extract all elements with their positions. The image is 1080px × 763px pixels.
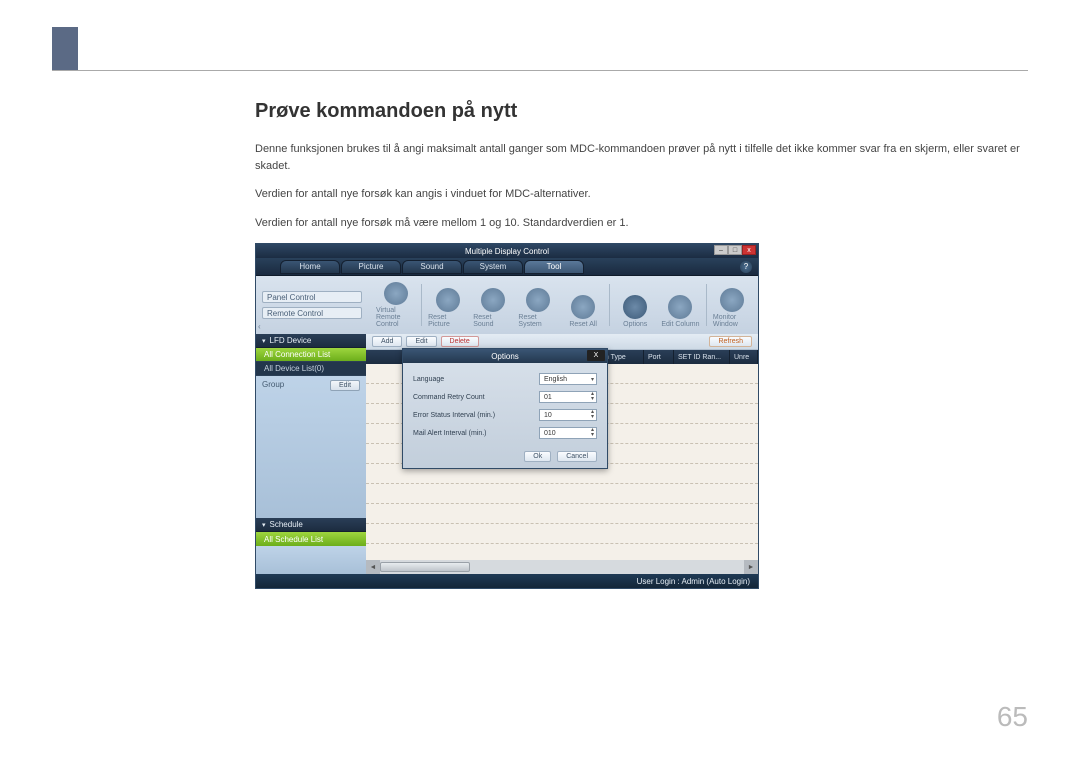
close-button[interactable]: x	[742, 245, 756, 255]
edit-column-icon[interactable]: Edit Column	[661, 282, 700, 328]
stepper-icon: ▴▾	[591, 392, 594, 402]
stepper-icon: ▴▾	[591, 428, 594, 438]
paragraph-2: Verdien for antall nye forsøk kan angis …	[255, 186, 1028, 203]
scroll-thumb[interactable]	[380, 562, 470, 572]
stepper-icon: ▴▾	[591, 410, 594, 420]
row-language: Language English ▾	[413, 373, 597, 385]
status-login-text: User Login : Admin (Auto Login)	[637, 577, 750, 586]
remote-control-pill[interactable]: Remote Control	[262, 307, 362, 319]
ribbon: Panel Control Remote Control ‹ Virtual R…	[256, 276, 758, 334]
language-select[interactable]: English ▾	[539, 373, 597, 385]
col-header-setid[interactable]: SET ID Ran...	[674, 350, 730, 364]
reset-sound-icon[interactable]: Reset Sound	[473, 282, 512, 328]
tab-picture[interactable]: Picture	[341, 260, 401, 274]
monitor-window-icon[interactable]: Monitor Window	[713, 282, 752, 328]
minimize-button[interactable]: –	[714, 245, 728, 255]
row-error-interval: Error Status Interval (min.) 10 ▴▾	[413, 409, 597, 421]
error-interval-label: Error Status Interval (min.)	[413, 412, 539, 419]
scroll-right-arrow-icon[interactable]: ►	[744, 560, 758, 574]
sidebar-all-device[interactable]: All Device List(0)	[256, 362, 366, 376]
add-button[interactable]: Add	[372, 336, 402, 347]
window-titlebar: Multiple Display Control – □ x	[256, 244, 758, 258]
chevron-down-icon: ▾	[591, 376, 594, 383]
retry-spinner[interactable]: 01 ▴▾	[539, 391, 597, 403]
edit-button[interactable]: Edit	[406, 336, 436, 347]
options-icon[interactable]: Options	[616, 282, 655, 328]
mail-interval-spinner[interactable]: 010 ▴▾	[539, 427, 597, 439]
page-number: 65	[997, 701, 1028, 733]
ribbon-collapse-icon[interactable]: ‹	[258, 322, 268, 332]
sidebar-group-label: Group	[262, 380, 284, 389]
tab-home[interactable]: Home	[280, 260, 340, 274]
horizontal-scrollbar[interactable]: ◄ ►	[366, 560, 758, 574]
page-top-rule	[52, 70, 1028, 71]
paragraph-1: Denne funksjonen brukes til å angi maksi…	[255, 141, 1028, 174]
ribbon-divider	[706, 284, 707, 326]
window-controls: – □ x	[714, 245, 756, 255]
tab-system[interactable]: System	[463, 260, 523, 274]
window-title: Multiple Display Control	[465, 247, 549, 256]
help-icon[interactable]: ?	[740, 261, 752, 273]
sidebar-edit-button[interactable]: Edit	[330, 380, 360, 391]
mail-interval-label: Mail Alert Interval (min.)	[413, 430, 539, 437]
cancel-button[interactable]: Cancel	[557, 451, 597, 462]
virtual-remote-icon[interactable]: Virtual Remote Control	[376, 282, 415, 328]
sidebar-group-area: Group Edit	[256, 376, 366, 518]
status-bar: User Login : Admin (Auto Login)	[256, 574, 758, 588]
dialog-title-text: Options	[491, 352, 519, 361]
sidebar-all-schedule[interactable]: All Schedule List	[256, 532, 366, 546]
language-label: Language	[413, 376, 539, 383]
dialog-close-button[interactable]: X	[587, 350, 605, 361]
main-tabbar: Home Picture Sound System Tool ?	[256, 258, 758, 276]
document-content: Prøve kommandoen på nytt Denne funksjone…	[255, 100, 1028, 589]
dialog-titlebar: Options X	[403, 349, 607, 363]
col-header-port[interactable]: Port	[644, 350, 674, 364]
ribbon-divider	[421, 284, 422, 326]
sidebar: LFD Device All Connection List All Devic…	[256, 334, 366, 574]
paragraph-3: Verdien for antall nye forsøk må være me…	[255, 215, 1028, 232]
delete-button[interactable]: Delete	[441, 336, 479, 347]
error-interval-spinner[interactable]: 10 ▴▾	[539, 409, 597, 421]
panel-control-pill[interactable]: Panel Control	[262, 291, 362, 303]
tab-sound[interactable]: Sound	[402, 260, 462, 274]
section-heading: Prøve kommandoen på nytt	[255, 100, 1028, 123]
options-dialog: Options X Language English ▾ Command Ret…	[402, 348, 608, 469]
tab-tool[interactable]: Tool	[524, 260, 584, 274]
sidebar-lfd-header[interactable]: LFD Device	[256, 334, 366, 348]
sidebar-all-connection[interactable]: All Connection List	[256, 348, 366, 362]
refresh-button[interactable]: Refresh	[709, 336, 752, 347]
scroll-left-arrow-icon[interactable]: ◄	[366, 560, 380, 574]
retry-label: Command Retry Count	[413, 394, 539, 401]
maximize-button[interactable]: □	[728, 245, 742, 255]
page-accent-block	[52, 27, 78, 71]
sidebar-schedule-body	[256, 546, 366, 574]
reset-all-icon[interactable]: Reset All	[564, 282, 603, 328]
row-retry: Command Retry Count 01 ▴▾	[413, 391, 597, 403]
reset-picture-icon[interactable]: Reset Picture	[428, 282, 467, 328]
sidebar-schedule-header[interactable]: Schedule	[256, 518, 366, 532]
row-mail-interval: Mail Alert Interval (min.) 010 ▴▾	[413, 427, 597, 439]
ok-button[interactable]: Ok	[524, 451, 551, 462]
ribbon-divider	[609, 284, 610, 326]
col-header-unre[interactable]: Unre	[730, 350, 758, 364]
mdc-app-window: Multiple Display Control – □ x Home Pict…	[255, 243, 759, 589]
reset-system-icon[interactable]: Reset System	[518, 282, 557, 328]
